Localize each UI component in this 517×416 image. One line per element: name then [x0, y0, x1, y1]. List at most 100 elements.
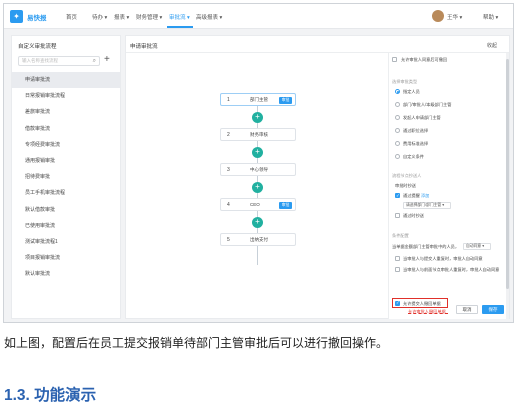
chevron-down-icon: ▾	[441, 203, 445, 207]
flow-canvas: 1 部门主管 审批 +2 财务审核 +3 中心领导 +4 CEO 审批 +5 出纳支付	[126, 53, 388, 319]
flow-list-item[interactable]: 项目报销审批流	[12, 250, 120, 266]
caption-text: 如上图，配置后在员工提交报销单待部门主管审批后可以进行撤回操作。	[4, 336, 389, 350]
add-node-plus-icon[interactable]: +	[252, 112, 263, 123]
chevron-down-icon: ▾	[158, 15, 163, 21]
save-button[interactable]: 保存	[482, 305, 504, 314]
add-node-plus-icon[interactable]: +	[252, 147, 263, 158]
top-nav: ✦ 易快报 首页 待办 ▾ 报表 ▾ 财务管理 ▾ 审批流 ▾ 高级报表 ▾ 王…	[4, 4, 513, 29]
allow-withdraw-label: 允许提交人撤回单据	[403, 301, 441, 306]
flow-node[interactable]: 5 出纳支付	[220, 233, 296, 246]
add-cc-link[interactable]: 添加	[421, 193, 429, 198]
dup-prev-node-checkbox[interactable]	[395, 267, 400, 272]
flow-list-item[interactable]: 默认审批流	[12, 266, 120, 282]
cc-pass-checkbox[interactable]	[395, 213, 400, 218]
withdraw-after-approve-checkbox[interactable]	[392, 57, 397, 62]
cc-select[interactable]: 请选择部门/部门主管 ▾	[403, 202, 451, 209]
node-number: 2	[227, 132, 230, 138]
approver-type-radio[interactable]	[395, 141, 400, 146]
chevron-down-icon: ▾	[494, 15, 499, 21]
scroll-thumb[interactable]	[506, 59, 509, 289]
add-flow-button[interactable]: +	[104, 54, 110, 66]
setting-label: 允许审批人同意后可撤回	[401, 57, 448, 62]
allow-withdraw-checkbox[interactable]	[395, 300, 400, 306]
node-number: 5	[227, 237, 230, 243]
user-menu[interactable]: 王华 ▾	[447, 13, 462, 21]
withdraw-note: 允许审批人撤回单据	[408, 309, 446, 314]
approver-type-label: 部门/审批人/本级部门主管	[403, 102, 452, 107]
search-icon[interactable]: ⌕	[93, 58, 96, 65]
approver-type-radio[interactable]	[395, 89, 400, 94]
flow-list: 申请审批流 日常报销审批流程 差旅审批流 借款审批流 专项经费审批流 通用报销审批 招待费审…	[12, 72, 120, 282]
node-number: 3	[227, 167, 230, 173]
collapse-button[interactable]: 收起	[487, 42, 497, 49]
page-title: 申请审批流	[130, 44, 158, 50]
status-badge: 审批	[279, 96, 292, 104]
flow-list-item[interactable]: 默认借款审批	[12, 202, 120, 218]
flow-node[interactable]: 3 中心领导	[220, 163, 296, 176]
flow-list-item[interactable]: 已使用审批流	[12, 218, 120, 234]
scrollbar[interactable]	[506, 53, 509, 319]
dup-submitter-checkbox[interactable]	[395, 256, 400, 261]
chevron-down-icon: ▾	[125, 15, 130, 21]
flow-list-item[interactable]: 员工手机审批流程	[12, 185, 120, 201]
brand-logo-icon[interactable]: ✦	[10, 10, 23, 23]
node-label: CEO	[250, 202, 260, 207]
condition-text: 当单据金额部门主管审批中的人员，	[392, 244, 460, 249]
chevron-down-icon: ▾	[458, 15, 463, 21]
cc-pass-label: 通过时抄送	[403, 213, 424, 218]
approver-type-label: 指定人员	[403, 89, 420, 94]
section-heading: 选择审批类型	[392, 79, 418, 84]
flow-node[interactable]: 2 财务审核	[220, 128, 296, 141]
avatar[interactable]	[432, 10, 444, 22]
add-node-plus-icon[interactable]: +	[252, 182, 263, 193]
node-label: 部门主管	[250, 97, 268, 102]
option-label: 当审批人与提交人重复时，审批人自动同意	[403, 256, 483, 261]
nav-home[interactable]: 首页	[66, 13, 77, 21]
flow-list-item[interactable]: 借款审批流	[12, 121, 120, 137]
active-nav-indicator	[167, 26, 193, 28]
section-heading: 流程节点抄送人	[392, 173, 422, 178]
approver-type-radio[interactable]	[395, 115, 400, 120]
approver-type-radio[interactable]	[395, 102, 400, 107]
node-label: 中心领导	[250, 167, 268, 172]
cc-label: 审批时抄送	[395, 183, 416, 188]
brand-name[interactable]: 易快报	[27, 12, 47, 22]
flow-list-item[interactable]: 招待费审批	[12, 169, 120, 185]
chevron-down-icon: ▾	[103, 15, 108, 21]
node-label: 出纳支付	[250, 237, 268, 242]
add-node-plus-icon[interactable]: +	[252, 217, 263, 228]
flow-list-item[interactable]: 日常报销审批流程	[12, 88, 120, 104]
nav-approval-flow[interactable]: 审批流 ▾	[169, 13, 190, 21]
nav-advanced-reports[interactable]: 高级报表 ▾	[196, 13, 222, 21]
condition-select[interactable]: 自动同意 ▾	[463, 243, 491, 250]
app-screenshot: ✦ 易快报 首页 待办 ▾ 报表 ▾ 财务管理 ▾ 审批流 ▾ 高级报表 ▾ 王…	[3, 3, 514, 323]
help-menu[interactable]: 帮助 ▾	[483, 13, 498, 21]
chevron-down-icon: ▾	[218, 15, 223, 21]
flow-list-item[interactable]: 通用报销审批	[12, 153, 120, 169]
status-badge: 审批	[279, 201, 292, 209]
section-heading: 条件配置	[392, 233, 409, 238]
approver-type-radio[interactable]	[395, 154, 400, 159]
flow-list-item[interactable]: 差旅审批流	[12, 104, 120, 120]
flow-list-item[interactable]: 专项经费审批流	[12, 137, 120, 153]
flow-node[interactable]: 4 CEO 审批	[220, 198, 296, 211]
search-input[interactable]: 输入名称查找流程 ⌕	[18, 56, 100, 66]
approver-type-label: 发起人申请部门主管	[403, 115, 441, 120]
cc-notify-checkbox[interactable]	[395, 193, 400, 199]
nav-reports[interactable]: 报表 ▾	[114, 13, 129, 21]
flow-node[interactable]: 1 部门主管 审批	[220, 93, 296, 106]
node-settings-panel: 允许审批人同意后可撤回 选择审批类型 指定人员部门/审批人/本级部门主管 发起人申…	[388, 53, 509, 319]
flow-list-item[interactable]: 测试审批流程1	[12, 234, 120, 250]
nav-todo[interactable]: 待办 ▾	[92, 13, 107, 21]
approver-type-radio[interactable]	[395, 128, 400, 133]
section-heading: 1.3. 功能演示	[4, 387, 97, 404]
node-number: 1	[227, 97, 230, 103]
annotation-underline	[408, 313, 448, 314]
option-label: 当审批人与前面节点审批人重复时，审批人自动同意	[403, 267, 500, 272]
node-number: 4	[227, 202, 230, 208]
cancel-button[interactable]: 取消	[456, 305, 478, 314]
nav-finance[interactable]: 财务管理 ▾	[136, 13, 162, 21]
flow-list-panel: 自定义审批流程 输入名称查找流程 ⌕ + 申请审批流 日常报销审批流程 差旅审批流借…	[11, 35, 121, 319]
flow-list-item[interactable]: 申请审批流	[12, 72, 120, 89]
approver-type-label: 自定义条件	[403, 154, 424, 159]
